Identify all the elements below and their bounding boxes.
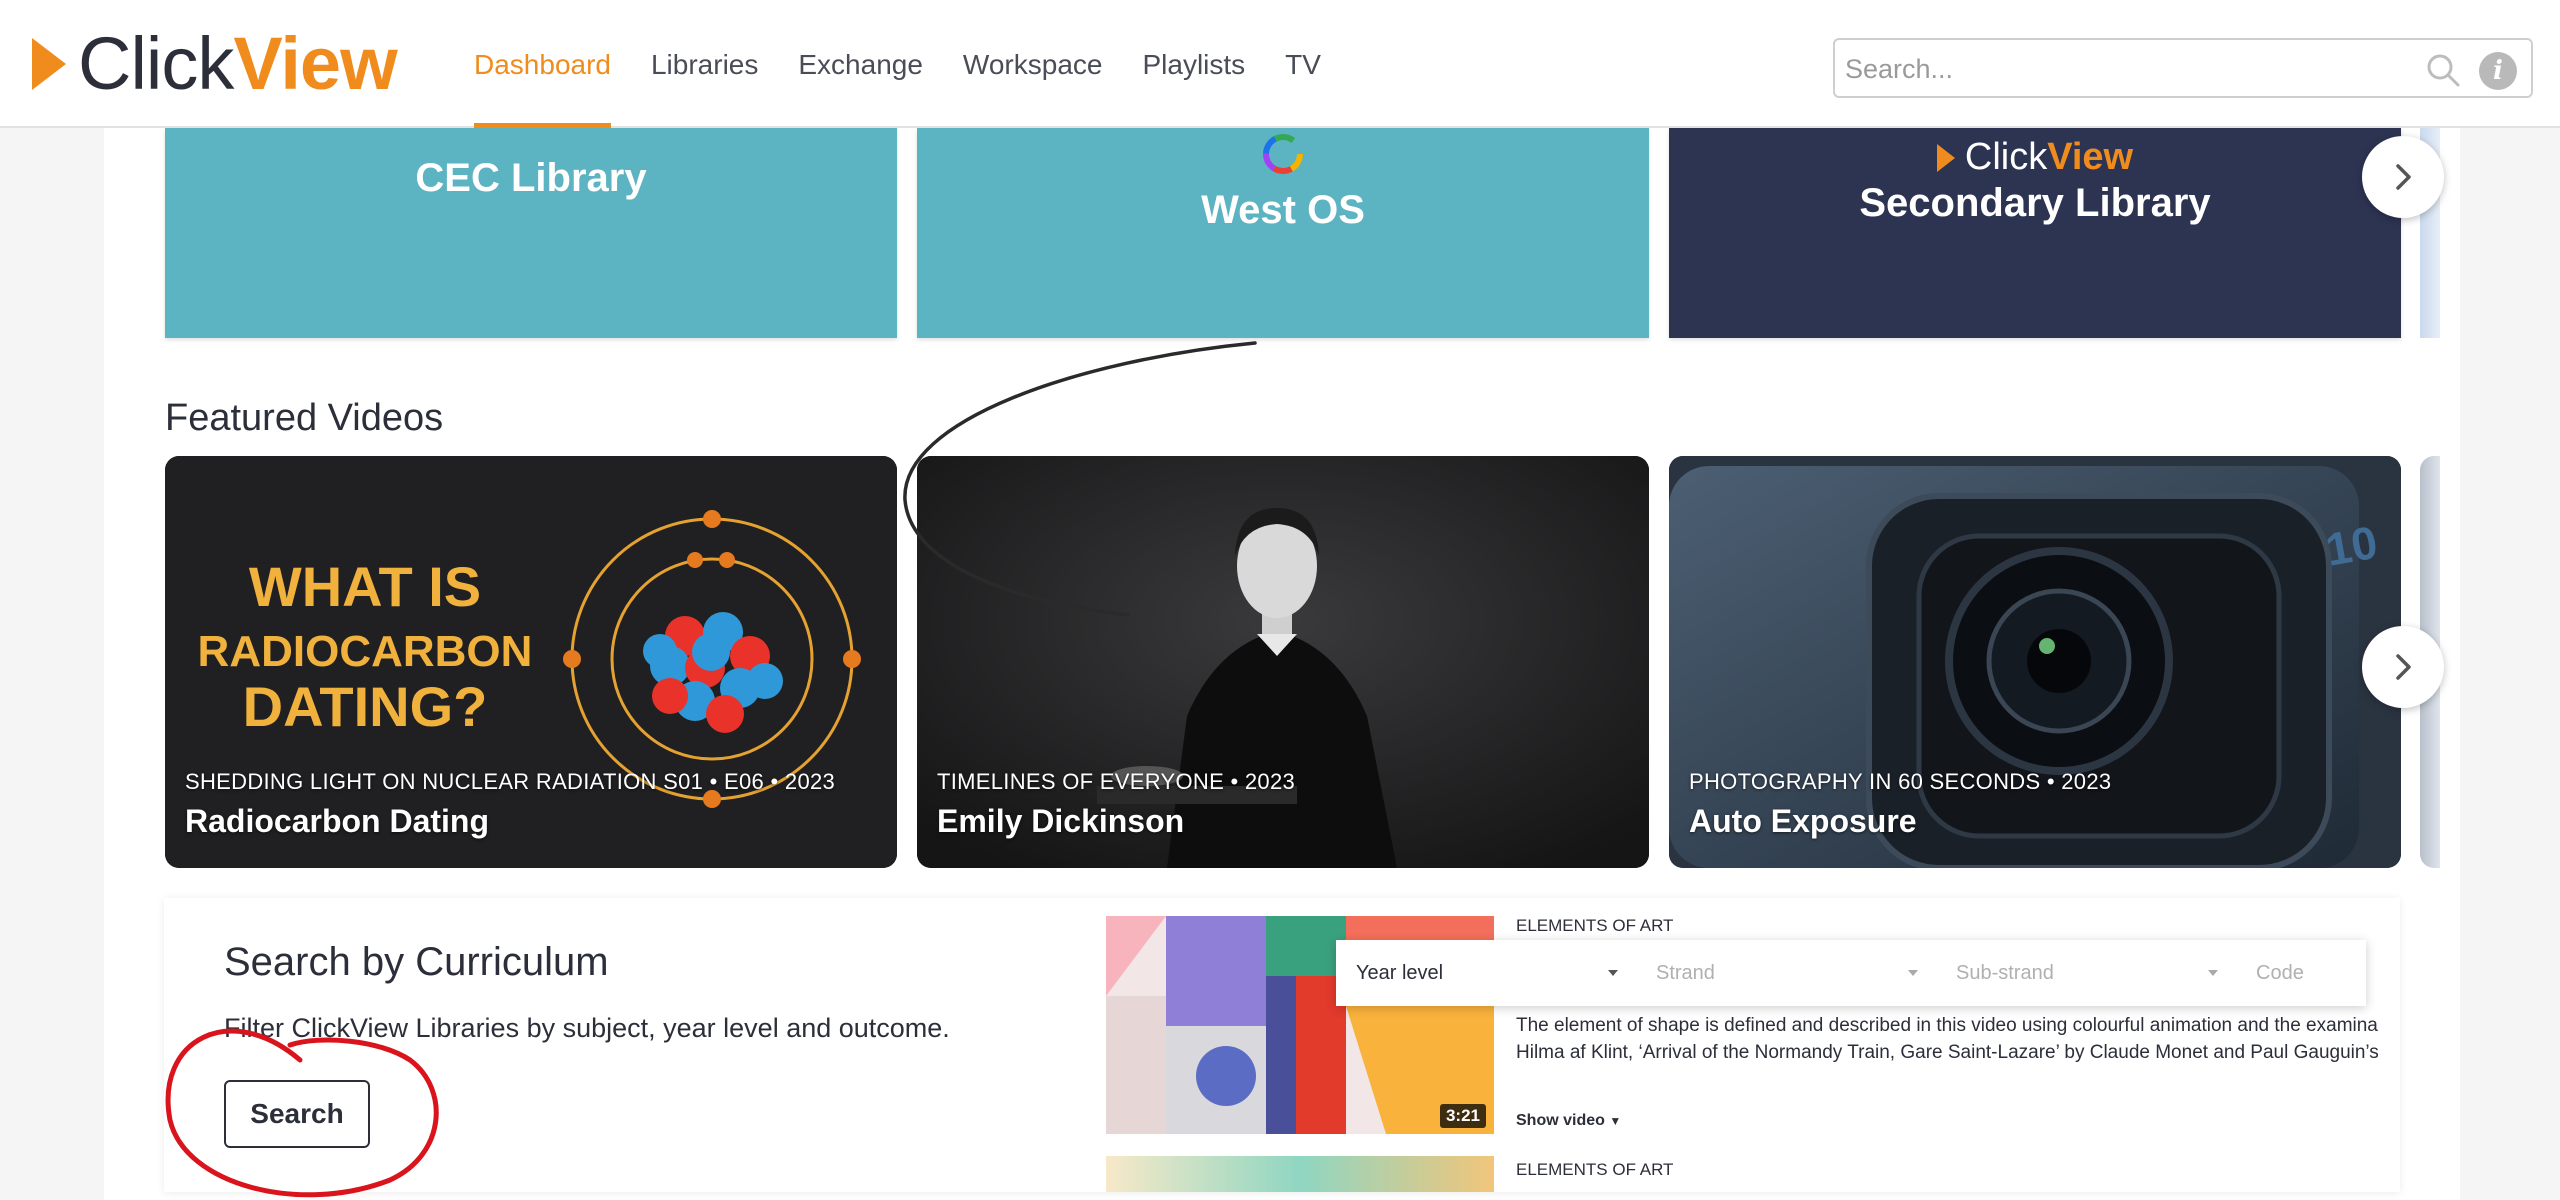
thumb-line-2: RADIOCARBON [198, 627, 533, 676]
preview-label: ELEMENTS OF ART [1516, 916, 1674, 935]
show-video-label: Show video [1516, 1112, 1605, 1129]
camera-model-badge: 10 [2322, 516, 2381, 576]
video-title: Emily Dickinson [937, 803, 1185, 839]
logo-text-view: View [233, 22, 397, 105]
brand-text-view: View [2047, 136, 2134, 178]
featured-videos-heading: Featured Videos [165, 397, 444, 439]
libraries-next-button[interactable] [2362, 136, 2444, 218]
video-card-radiocarbon[interactable]: WHAT IS RADIOCARBON DATING? SHEDDING LIG… [165, 456, 897, 868]
chevron-right-icon [2396, 654, 2411, 680]
main-nav: Dashboard Libraries Exchange Workspace P… [474, 0, 1361, 128]
nav-playlists[interactable]: Playlists [1142, 0, 1245, 128]
library-title: CEC Library [415, 156, 647, 200]
video-meta: TIMELINES OF EVERYONE • 2023 Emily Dicki… [937, 769, 1295, 840]
nav-tv[interactable]: TV [1285, 0, 1321, 128]
show-video-toggle[interactable]: Show video ▼ [1516, 1112, 1621, 1130]
chevron-right-icon [2396, 164, 2411, 190]
library-title: West OS [1201, 188, 1365, 232]
next-preview-thumbnail [1106, 1156, 1494, 1192]
filter-label: Sub-strand [1956, 962, 2054, 984]
caret-down-icon [2208, 970, 2218, 976]
video-card-emily-dickinson[interactable]: TIMELINES OF EVERYONE • 2023 Emily Dicki… [917, 456, 1649, 868]
preview-description-line: The element of shape is defined and desc… [1516, 1015, 2378, 1036]
nav-dashboard[interactable]: Dashboard [474, 0, 611, 128]
top-header: ClickView Dashboard Libraries Exchange W… [0, 0, 2560, 128]
videos-next-button[interactable] [2362, 626, 2444, 708]
logo-wordmark: ClickView [78, 27, 398, 101]
thumb-line-3: DATING? [243, 675, 488, 738]
video-title: Radiocarbon Dating [185, 803, 490, 839]
caret-down-icon [1908, 970, 1918, 976]
logo-play-icon [32, 38, 66, 90]
library-title: Secondary Library [1859, 181, 2211, 225]
nav-libraries[interactable]: Libraries [651, 0, 758, 128]
filter-year-level[interactable]: Year level [1336, 940, 1636, 1006]
curriculum-search-button[interactable]: Search [224, 1080, 370, 1148]
caret-down-icon: ▼ [1609, 1114, 1622, 1128]
video-series: TIMELINES OF EVERYONE • 2023 [937, 769, 1296, 794]
curriculum-filter-bar: Year level Strand Sub-strand Code [1336, 940, 2366, 1006]
video-card-auto-exposure[interactable]: 10 PHOTOGRAPHY IN 60 SECONDS • 2023 Auto… [1669, 456, 2401, 868]
curriculum-description: Filter ClickView Libraries by subject, y… [224, 1013, 950, 1043]
nav-exchange[interactable]: Exchange [798, 0, 923, 128]
info-icon[interactable]: i [2479, 52, 2517, 90]
filter-sub-strand[interactable]: Sub-strand [1936, 940, 2236, 1006]
preview-description-line: Hilma af Klint, ‘Arrival of the Normandy… [1516, 1042, 2379, 1063]
library-card-secondary[interactable]: Click View Secondary Library [1669, 128, 2401, 338]
library-card-west-os[interactable]: West OS [917, 128, 1649, 338]
filter-label: Code [2256, 962, 2304, 984]
video-series: SHEDDING LIGHT ON NUCLEAR RADIATION S01 … [185, 769, 836, 794]
filter-strand[interactable]: Strand [1636, 940, 1936, 1006]
clickview-brand-small: Click View [1669, 136, 2401, 179]
video-series: PHOTOGRAPHY IN 60 SECONDS • 2023 [1689, 769, 2112, 794]
caret-down-icon [1608, 970, 1618, 976]
preview-label: ELEMENTS OF ART [1516, 1160, 1674, 1179]
thumb-line-1: WHAT IS [249, 555, 481, 618]
search-input[interactable] [1845, 48, 2405, 90]
west-os-logo-icon [1263, 134, 1303, 174]
logo-text-click: Click [78, 22, 234, 105]
video-meta: SHEDDING LIGHT ON NUCLEAR RADIATION S01 … [185, 769, 835, 840]
preview-description: The element of shape is defined and desc… [1516, 1012, 2396, 1066]
curriculum-preview: 3:21 ELEMENTS OF ART Year level Strand S… [1106, 916, 2400, 1192]
video-duration: 3:21 [1439, 1104, 1486, 1128]
filter-code[interactable]: Code [2236, 940, 2356, 1006]
brand-text-click: Click [1964, 136, 2048, 178]
clickview-logo[interactable]: ClickView [32, 27, 398, 101]
logo-play-icon [1936, 143, 1955, 172]
nav-workspace[interactable]: Workspace [963, 0, 1103, 128]
filter-label: Strand [1656, 962, 1715, 984]
curriculum-card: Search by Curriculum Filter ClickView Li… [164, 898, 2400, 1192]
search-box: i [1833, 38, 2533, 98]
search-icon[interactable] [2425, 52, 2461, 88]
video-meta: PHOTOGRAPHY IN 60 SECONDS • 2023 Auto Ex… [1689, 769, 2111, 840]
filter-label: Year level [1356, 962, 1444, 984]
video-title: Auto Exposure [1689, 803, 1917, 839]
library-card-cec[interactable]: CEC Library [165, 128, 897, 338]
curriculum-heading: Search by Curriculum [224, 940, 609, 984]
